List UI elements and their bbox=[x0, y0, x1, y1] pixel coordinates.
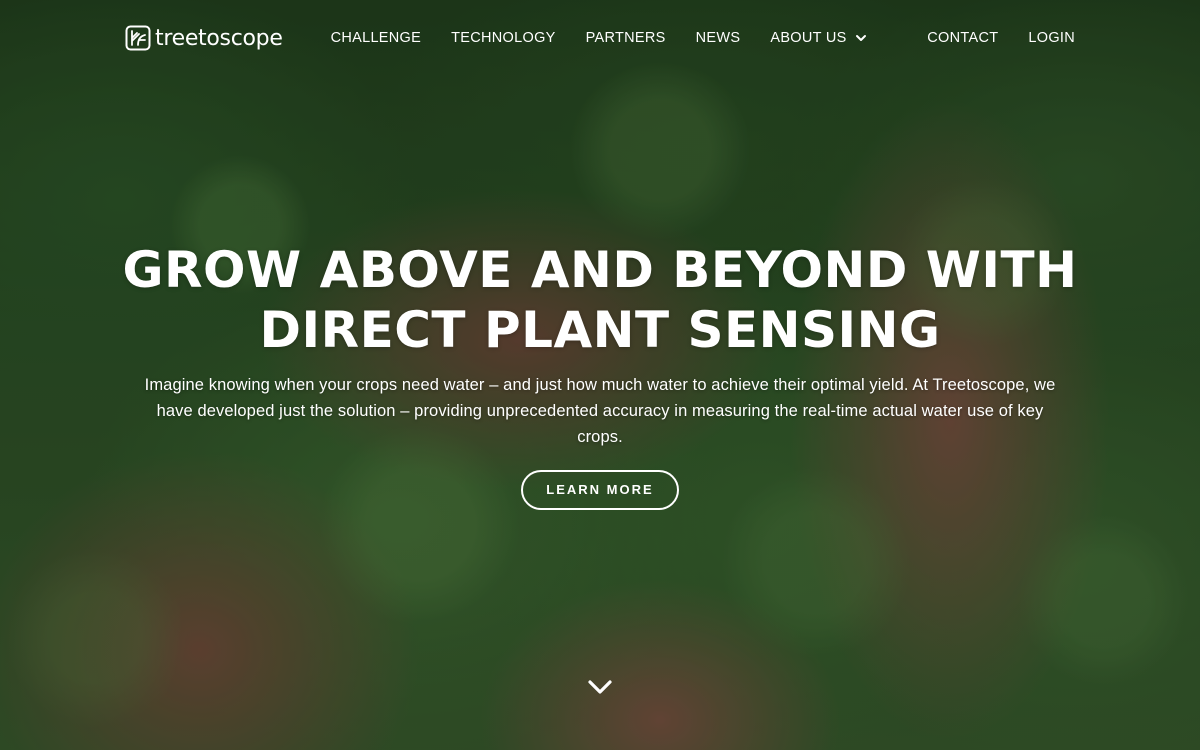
treetoscope-logo-icon bbox=[125, 25, 151, 51]
nav-challenge[interactable]: CHALLENGE bbox=[331, 30, 422, 46]
top-navigation: treetoscope CHALLENGE TECHNOLOGY PARTNER… bbox=[0, 0, 1200, 76]
hero-section: treetoscope CHALLENGE TECHNOLOGY PARTNER… bbox=[0, 0, 1200, 750]
nav-partners[interactable]: PARTNERS bbox=[586, 30, 666, 46]
main-menu: CHALLENGE TECHNOLOGY PARTNERS NEWS ABOUT… bbox=[331, 30, 867, 46]
scroll-down-chevron-icon[interactable] bbox=[586, 676, 614, 698]
nav-contact[interactable]: CONTACT bbox=[927, 30, 998, 46]
secondary-menu: CONTACT LOGIN bbox=[927, 30, 1075, 46]
nav-technology[interactable]: TECHNOLOGY bbox=[451, 30, 556, 46]
learn-more-button[interactable]: LEARN MORE bbox=[521, 470, 679, 510]
hero-headline: GROW ABOVE AND BEYOND WITH DIRECT PLANT … bbox=[122, 241, 1078, 359]
chevron-down-icon bbox=[855, 35, 866, 41]
hero-subtext: Imagine knowing when your crops need wat… bbox=[144, 376, 1056, 446]
cta-wrapper: LEARN MORE bbox=[0, 470, 1200, 510]
nav-login[interactable]: LOGIN bbox=[1028, 30, 1075, 46]
nav-about-us-label: ABOUT US bbox=[770, 30, 847, 46]
brand-name: treetoscope bbox=[155, 25, 283, 51]
nav-about-us[interactable]: ABOUT US bbox=[770, 30, 866, 46]
nav-news[interactable]: NEWS bbox=[696, 30, 741, 46]
hero-content: GROW ABOVE AND BEYOND WITH DIRECT PLANT … bbox=[0, 240, 1200, 510]
brand-logo[interactable]: treetoscope bbox=[125, 25, 283, 51]
